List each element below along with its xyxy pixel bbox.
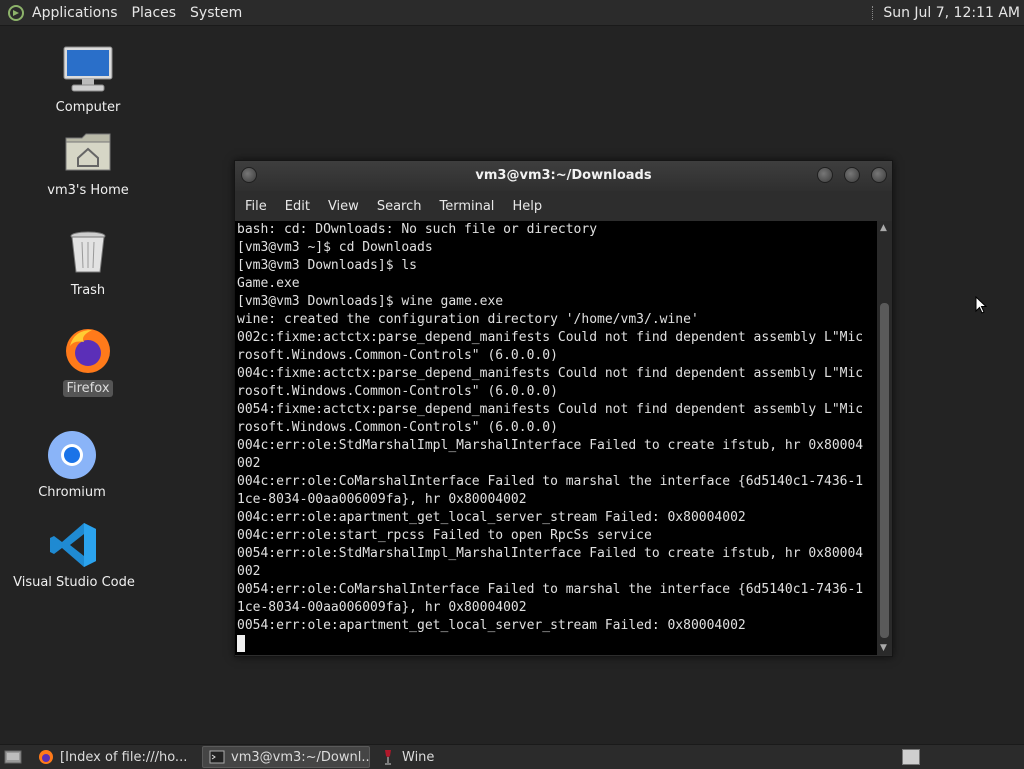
minimize-button[interactable] [817, 167, 833, 183]
terminal-line: 1ce-8034-00aa006009fa}, hr 0x80004002 [237, 600, 527, 615]
terminal-line: 002c:fixme:actctx:parse_depend_manifests… [237, 330, 864, 345]
terminal-icon [209, 749, 225, 765]
desktop-icon-label: Chromium [38, 485, 106, 500]
terminal-scrollbar[interactable]: ▲ ▼ [877, 221, 892, 655]
terminal-menubar: File Edit View Search Terminal Help [235, 191, 892, 221]
chromium-icon [46, 430, 98, 480]
panel-separator [872, 5, 875, 20]
desktop-icon-vscode[interactable]: Visual Studio Code [9, 520, 139, 591]
menu-view[interactable]: View [328, 199, 359, 214]
desktop-icon-computer[interactable]: Computer [23, 45, 153, 116]
show-desktop-button[interactable] [0, 746, 28, 768]
firefox-icon [62, 326, 114, 376]
terminal-line: 004c:err:ole:apartment_get_local_server_… [237, 510, 746, 525]
menu-edit[interactable]: Edit [285, 199, 310, 214]
text-cursor [237, 635, 245, 652]
computer-icon [62, 45, 114, 95]
terminal-line: 0054:fixme:actctx:parse_depend_manifests… [237, 402, 864, 417]
menu-file[interactable]: File [245, 199, 267, 214]
wine-icon [380, 749, 396, 765]
desktop-icon-label: Computer [55, 100, 121, 115]
desktop-icon-chromium[interactable]: Chromium [7, 430, 137, 501]
window-menu-icon[interactable] [241, 167, 257, 183]
terminal-line: 0054:err:ole:StdMarshalImpl_MarshalInter… [237, 546, 864, 561]
terminal-line: rosoft.Windows.Common-Controls" (6.0.0.0… [237, 420, 558, 435]
vscode-icon [48, 520, 100, 570]
bottom-panel: [Index of file:///ho... vm3@vm3:~/Downl.… [0, 744, 1024, 769]
terminal-line: wine: created the configuration director… [237, 312, 699, 327]
menu-help[interactable]: Help [512, 199, 542, 214]
maximize-button[interactable] [844, 167, 860, 183]
applications-menu[interactable]: Applications [32, 5, 118, 21]
taskbar-item-terminal[interactable]: vm3@vm3:~/Downl... [202, 746, 370, 768]
desktop-icon-firefox[interactable]: Firefox [23, 326, 153, 397]
places-menu[interactable]: Places [132, 5, 177, 21]
mate-logo-icon[interactable] [8, 4, 24, 21]
terminal-titlebar[interactable]: vm3@vm3:~/Downloads [235, 161, 892, 191]
show-desktop-icon [4, 749, 22, 765]
home-folder-icon [62, 128, 114, 178]
mouse-pointer-icon [975, 295, 988, 318]
terminal-prompt-line [237, 635, 875, 653]
terminal-line: rosoft.Windows.Common-Controls" (6.0.0.0… [237, 384, 558, 399]
desktop-icon-label: Firefox [63, 380, 113, 397]
scroll-down-arrow-icon[interactable]: ▼ [880, 643, 887, 653]
firefox-icon [38, 749, 54, 765]
terminal-line: [vm3@vm3 Downloads]$ ls [237, 258, 418, 273]
taskbar-item-firefox[interactable]: [Index of file:///ho... [32, 746, 198, 768]
trash-icon [62, 228, 114, 278]
clock-area[interactable]: Sun Jul 7, 12:11 AM [872, 0, 1020, 25]
desktop-icon-label: Trash [70, 283, 106, 298]
terminal-line: 1ce-8034-00aa006009fa}, hr 0x80004002 [237, 492, 527, 507]
terminal-line: rosoft.Windows.Common-Controls" (6.0.0.0… [237, 348, 558, 363]
top-panel-menus: Applications Places System [8, 0, 256, 25]
terminal-line: [vm3@vm3 Downloads]$ wine game.exe [237, 294, 504, 309]
scroll-up-arrow-icon[interactable]: ▲ [880, 223, 887, 233]
terminal-line: 004c:err:ole:start_rpcss Failed to open … [237, 528, 652, 543]
taskbar-item-label: [Index of file:///ho... [60, 749, 188, 765]
terminal-line: 004c:err:ole:CoMarshalInterface Failed t… [237, 474, 864, 489]
terminal-line: 004c:err:ole:StdMarshalImpl_MarshalInter… [237, 438, 864, 453]
terminal-title: vm3@vm3:~/Downloads [475, 168, 652, 183]
workspace-1[interactable] [902, 749, 920, 765]
menu-search[interactable]: Search [377, 199, 422, 214]
terminal-line: bash: cd: DOwnloads: No such file or dir… [237, 222, 598, 237]
terminal-output[interactable]: bash: cd: DOwnloads: No such file or dir… [235, 221, 877, 655]
desktop-icon-trash[interactable]: Trash [23, 228, 153, 299]
desktop-icon-label: vm3's Home [47, 183, 129, 198]
desktop-icon-home[interactable]: vm3's Home [23, 128, 153, 199]
terminal-window[interactable]: vm3@vm3:~/Downloads File Edit View Searc… [234, 160, 893, 657]
taskbar-item-label: vm3@vm3:~/Downl... [231, 749, 370, 765]
close-button[interactable] [871, 167, 887, 183]
taskbar-item-wine[interactable]: Wine [374, 746, 494, 768]
taskbar-item-label: Wine [402, 749, 435, 765]
clock-text[interactable]: Sun Jul 7, 12:11 AM [883, 5, 1020, 21]
terminal-line: 0054:err:ole:apartment_get_local_server_… [237, 618, 746, 633]
system-menu[interactable]: System [190, 5, 242, 21]
scrollbar-thumb[interactable] [880, 303, 889, 638]
desktop-icon-label: Visual Studio Code [13, 575, 135, 590]
menu-terminal[interactable]: Terminal [439, 199, 494, 214]
terminal-line: 0054:err:ole:CoMarshalInterface Failed t… [237, 582, 864, 597]
top-panel: Applications Places System Sun Jul 7, 12… [0, 0, 1024, 26]
workspace-switcher[interactable] [896, 746, 926, 768]
terminal-line: 002 [237, 456, 261, 471]
terminal-line: 002 [237, 564, 261, 579]
terminal-line: Game.exe [237, 276, 300, 291]
terminal-line: [vm3@vm3 ~]$ cd Downloads [237, 240, 433, 255]
terminal-line: 004c:fixme:actctx:parse_depend_manifests… [237, 366, 864, 381]
